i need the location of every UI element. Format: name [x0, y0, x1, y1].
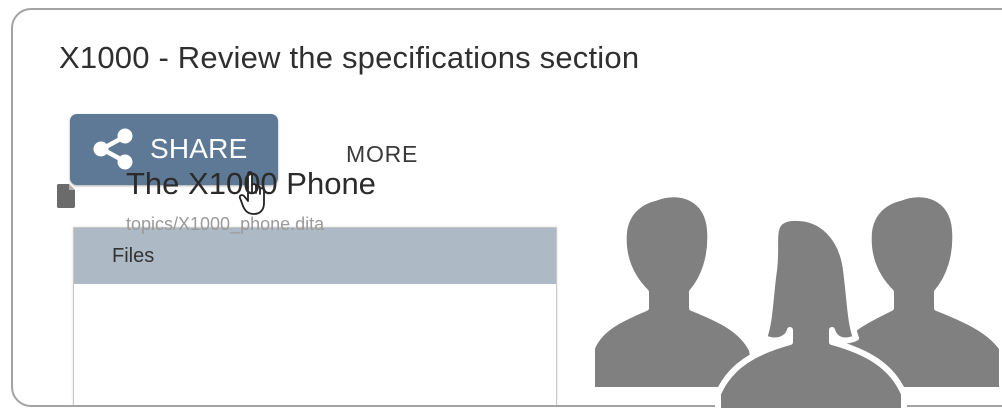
file-title: The X1000 Phone: [126, 166, 376, 201]
files-header: Files: [74, 228, 556, 284]
document-icon: [57, 184, 75, 208]
file-path: topics/X1000_phone.dita: [126, 214, 325, 234]
files-header-label: Files: [112, 244, 155, 267]
files-panel: Files: [73, 227, 557, 405]
people-group-icon: [592, 191, 1002, 411]
